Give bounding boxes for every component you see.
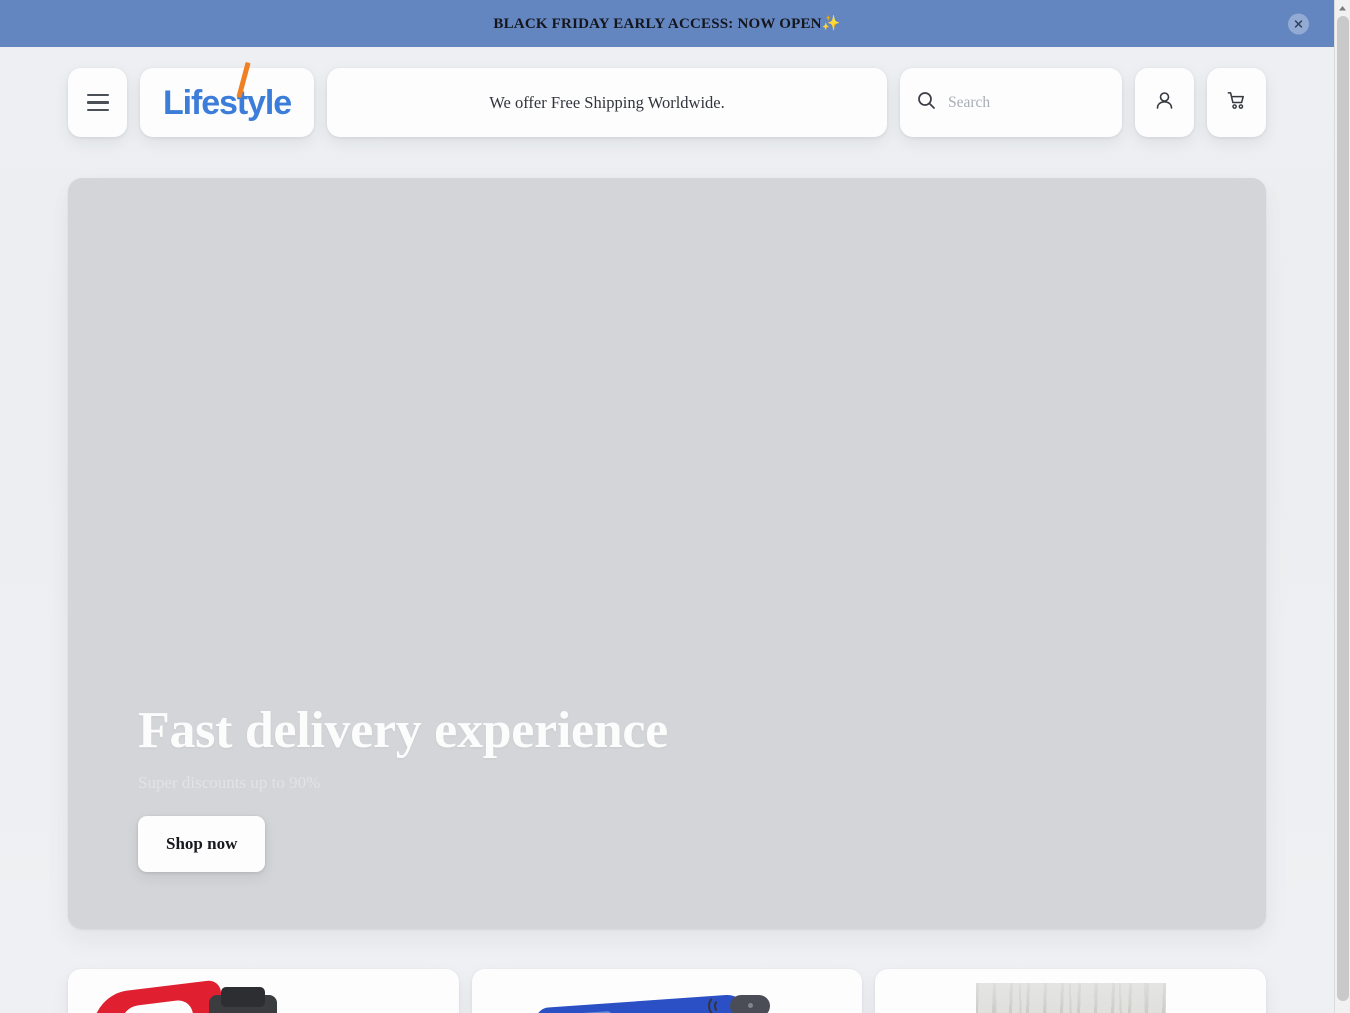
scrollbar-thumb[interactable] — [1337, 16, 1349, 1001]
close-icon — [1292, 17, 1305, 30]
shopping-cart-icon — [1225, 89, 1248, 117]
product-image-red-black-power-tool — [68, 969, 459, 1013]
user-account-icon — [1153, 89, 1176, 117]
scroll-up-arrow-icon — [1338, 0, 1347, 17]
site-header: Lifestyle We offer Free Shipping Worldwi… — [0, 47, 1334, 137]
brand-logo[interactable]: Lifestyle — [140, 61, 314, 137]
account-button[interactable] — [1135, 68, 1194, 137]
shipping-notice-text: We offer Free Shipping Worldwide. — [489, 92, 725, 112]
menu-button[interactable] — [68, 68, 127, 137]
hero-title: Fast delivery experience — [138, 702, 668, 760]
product-card[interactable] — [875, 969, 1267, 1013]
product-card[interactable] — [471, 969, 863, 1013]
product-image-winter-forest-photo — [875, 969, 1266, 1013]
hero-banner[interactable]: Fast delivery experience Super discounts… — [68, 178, 1266, 929]
shipping-notice: We offer Free Shipping Worldwide. — [327, 68, 887, 137]
hero-content: Fast delivery experience Super discounts… — [138, 704, 838, 872]
cart-button[interactable] — [1207, 68, 1266, 137]
search-input[interactable] — [948, 93, 1105, 112]
page-viewport: BLACK FRIDAY EARLY ACCESS: NOW OPEN✨ Lif… — [0, 0, 1334, 1013]
product-strip — [68, 969, 1267, 1013]
hero-subtitle: Super discounts up to 90% — [138, 773, 321, 792]
scroll-up-arrow-button[interactable] — [1335, 0, 1350, 16]
product-image-blue-pressure-washer — [472, 969, 863, 1013]
shop-now-button[interactable]: Shop now — [138, 816, 266, 872]
brand-name: Lifestyle — [162, 83, 292, 122]
browser-scrollbar[interactable] — [1334, 0, 1350, 1013]
search-box[interactable] — [900, 68, 1122, 137]
promo-banner: BLACK FRIDAY EARLY ACCESS: NOW OPEN✨ — [0, 0, 1334, 47]
search-icon — [917, 91, 936, 115]
hamburger-menu-icon — [86, 93, 109, 112]
promo-banner-text: BLACK FRIDAY EARLY ACCESS: NOW OPEN✨ — [493, 16, 841, 32]
promo-close-button[interactable] — [1288, 13, 1309, 34]
product-card[interactable] — [68, 969, 459, 1013]
